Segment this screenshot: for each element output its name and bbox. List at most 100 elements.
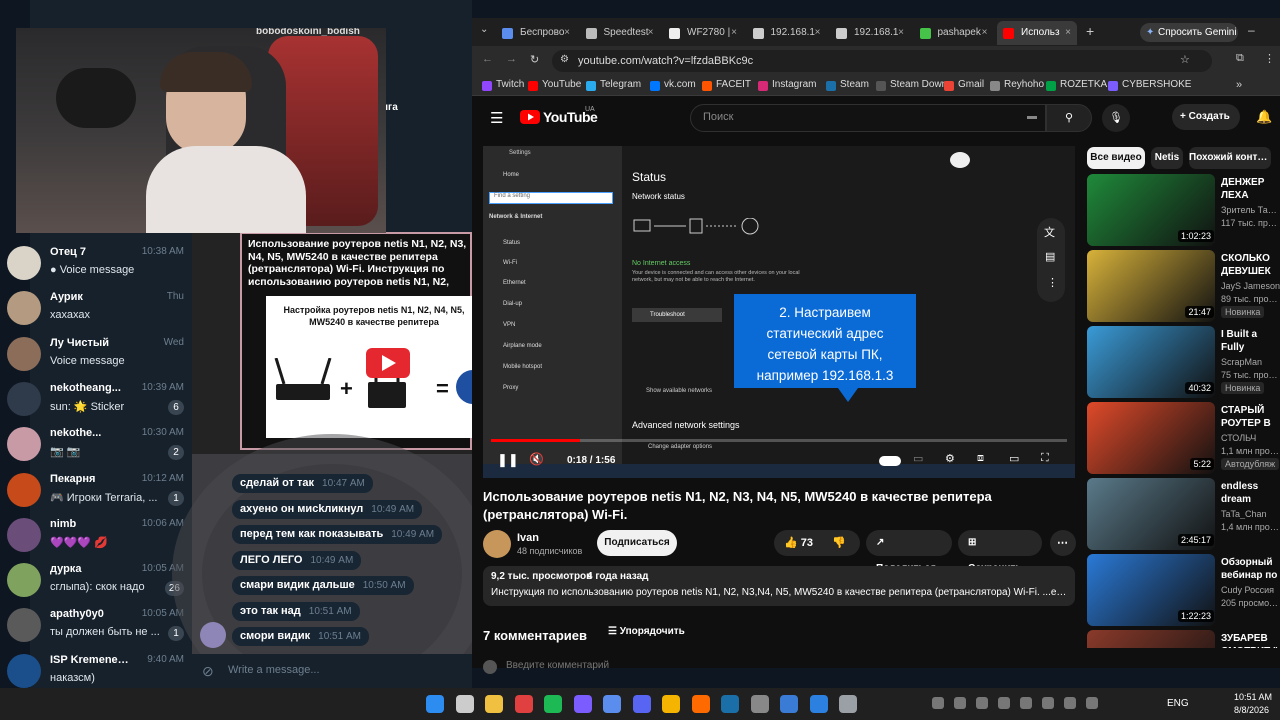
extensions-icon[interactable]: ⧉ xyxy=(1236,52,1244,65)
message-bubble[interactable]: смари видик дальше 10:50 AM xyxy=(232,576,414,595)
settings-gear-icon[interactable]: ⚙ xyxy=(945,452,955,465)
bookmark-9[interactable]: Reyhoho xyxy=(990,79,1044,91)
tray-icon[interactable] xyxy=(932,697,944,709)
bookmark-6[interactable]: Steam xyxy=(826,79,869,91)
chat-avatar[interactable] xyxy=(7,608,41,643)
bookmark-2[interactable]: Telegram xyxy=(586,79,641,91)
clock-time[interactable]: 10:51 AM xyxy=(1234,692,1272,702)
chip-0[interactable]: Все видео xyxy=(1087,147,1145,169)
back-icon[interactable]: ← xyxy=(482,53,493,65)
chat-item[interactable]: Лу Чистый Wed Voice message xyxy=(0,331,192,377)
spotify-icon[interactable] xyxy=(544,695,562,713)
tray-icon[interactable] xyxy=(998,697,1010,709)
file-explorer-icon[interactable] xyxy=(485,695,503,713)
share-button[interactable]: ↗ Поделиться xyxy=(866,530,952,574)
channel-name[interactable]: Ivan xyxy=(517,532,539,544)
chip-1[interactable]: Netis xyxy=(1151,147,1183,169)
clock-date[interactable]: 8/8/2026 xyxy=(1234,705,1269,715)
pinned-post[interactable]: Использование роутеров netis N1, N2, N3,… xyxy=(240,232,472,450)
tab-1[interactable]: Speedtest × xyxy=(580,21,660,45)
tab-close-icon[interactable]: × xyxy=(898,21,904,45)
chat-avatar[interactable] xyxy=(7,517,41,552)
like-icon[interactable]: 👍 xyxy=(784,537,798,549)
miniplayer-icon[interactable]: ⧈ xyxy=(977,452,984,465)
tab-close-icon[interactable]: × xyxy=(648,21,654,45)
hamburger-icon[interactable]: ☰ xyxy=(490,109,503,127)
chat-avatar[interactable] xyxy=(7,336,41,371)
tab-2[interactable]: WF2780 | × xyxy=(663,21,743,45)
bookmark-11[interactable]: CYBERSHOKE xyxy=(1108,79,1191,91)
message-bubble[interactable]: сделай от так 10:47 AM xyxy=(232,474,373,493)
subscribe-button[interactable]: Подписаться xyxy=(597,530,677,556)
chip-2[interactable]: Похожий контент xyxy=(1189,147,1271,169)
sender-avatar[interactable] xyxy=(200,622,226,648)
progress-track[interactable] xyxy=(491,439,1067,442)
search-input[interactable]: Поиск ▬ xyxy=(690,104,1046,132)
tray-icon[interactable] xyxy=(1042,697,1054,709)
tab-close-icon[interactable]: × xyxy=(982,21,988,45)
tab-4[interactable]: 192.168.1 × xyxy=(830,21,910,45)
tray-icon[interactable] xyxy=(954,697,966,709)
attach-icon[interactable]: ⊘ xyxy=(202,663,214,680)
steam-icon[interactable] xyxy=(721,695,739,713)
tab-3[interactable]: 192.168.1 × xyxy=(747,21,827,45)
settings-icon[interactable] xyxy=(839,695,857,713)
app-icon[interactable] xyxy=(750,695,769,713)
message-bubble[interactable]: ЛЕГО ЛЕГО 10:49 AM xyxy=(232,550,362,570)
app-icon[interactable] xyxy=(780,695,798,713)
bookmark-1[interactable]: YouTube xyxy=(528,79,581,91)
cast-icon[interactable]: ▭ xyxy=(1009,452,1019,465)
yt-logo-icon[interactable] xyxy=(520,110,540,124)
address-bar[interactable]: ⚙ youtube.com/watch?v=lfzdaBBKc9c ☆ xyxy=(552,50,1212,72)
recommendation-thumbnail[interactable] xyxy=(1087,630,1215,648)
bookmark-0[interactable]: Twitch xyxy=(482,79,524,91)
message-bubble[interactable]: перед тем как показывать 10:49 AM xyxy=(232,525,443,544)
chat-item[interactable]: Аурик Thu хахахах xyxy=(0,285,192,331)
more-actions-button[interactable]: ⋯ xyxy=(1050,530,1076,556)
voice-search-button[interactable]: 🎙 xyxy=(1102,104,1130,132)
video-player[interactable]: Settings Find a setting Home Network & In… xyxy=(483,146,1075,478)
tray-icon[interactable] xyxy=(1086,697,1098,709)
pause-icon[interactable]: ❚❚ xyxy=(497,452,519,468)
chat-item[interactable]: nekotheang... 10:39 AM sun: 🌟 Sticker 6 xyxy=(0,376,192,422)
recommendation[interactable]: ЗУБАРЕВ СМОТРИТ " ... xyxy=(1087,630,1280,648)
troubleshoot-button[interactable]: Troubleshoot xyxy=(632,308,722,322)
notifications-icon[interactable]: 🔔 xyxy=(1256,109,1272,125)
telegram-icon[interactable] xyxy=(573,695,592,713)
message-bubble[interactable]: это так над 10:51 AM xyxy=(232,601,360,621)
tab-close-icon[interactable]: × xyxy=(564,21,570,45)
tab-6[interactable]: Использ × xyxy=(997,21,1077,45)
translate-icon[interactable]: 文 xyxy=(1044,224,1055,240)
post-image[interactable]: Настройка роутеров netis N1, N2, N4, N5,… xyxy=(266,296,472,438)
chat-avatar[interactable] xyxy=(7,291,41,326)
bookmark-7[interactable]: Steam Down xyxy=(876,79,947,91)
find-setting-input[interactable]: Find a setting xyxy=(489,192,613,204)
save-button[interactable]: ⊞ Сохранить xyxy=(958,530,1042,574)
app-icon[interactable] xyxy=(514,695,533,713)
bookmark-star-icon[interactable]: ☆ xyxy=(1180,53,1190,66)
bookmark-3[interactable]: vk.com xyxy=(650,79,696,91)
chat-item[interactable]: nekothe... 10:30 AM 📷 📷 2 xyxy=(0,421,192,467)
chat-item[interactable]: apathy0y0 10:05 AM ты должен быть не ... 1 xyxy=(0,602,192,648)
chat-avatar[interactable] xyxy=(7,427,41,462)
chat-avatar[interactable] xyxy=(7,472,41,507)
forward-icon[interactable]: → xyxy=(506,53,517,65)
fullscreen-icon[interactable]: ⛶ xyxy=(1041,452,1049,465)
chat-avatar[interactable] xyxy=(7,563,41,598)
tab-search-icon[interactable]: ⌄ xyxy=(480,24,488,35)
language-indicator[interactable]: ENG xyxy=(1167,698,1189,709)
bookmark-5[interactable]: Instagram xyxy=(758,79,816,91)
chat-avatar[interactable] xyxy=(7,246,41,280)
chat-avatar[interactable] xyxy=(7,381,41,416)
reload-icon[interactable]: ↻ xyxy=(530,53,539,66)
chat-item[interactable]: Пекарня 10:12 AM 🎮 Игроки Terraria, ... 1 xyxy=(0,467,192,513)
search-button[interactable]: ⚲ xyxy=(1046,104,1092,132)
channel-avatar[interactable] xyxy=(483,530,511,558)
start-icon[interactable] xyxy=(426,695,444,713)
tab-5[interactable]: pashapek × xyxy=(914,21,994,45)
chat-item[interactable]: ISP Kremenets ... 9:40 AM наказсм) xyxy=(0,648,192,688)
recommendation[interactable]: 21:47 СКОЛЬКО ДЕВУШЕК БЫЛО JayS Jameson 89 … xyxy=(1087,250,1280,322)
recommendation[interactable]: 1:02:23 ДЕНЖЕР ЛЕХА ПОВСТРЕЧАЛ Зритель Тав… xyxy=(1087,174,1280,246)
tray-icon[interactable] xyxy=(976,697,988,709)
recommendation[interactable]: 1:22:23 Обзорный вебинар по ... Cudy Росси… xyxy=(1087,554,1280,626)
